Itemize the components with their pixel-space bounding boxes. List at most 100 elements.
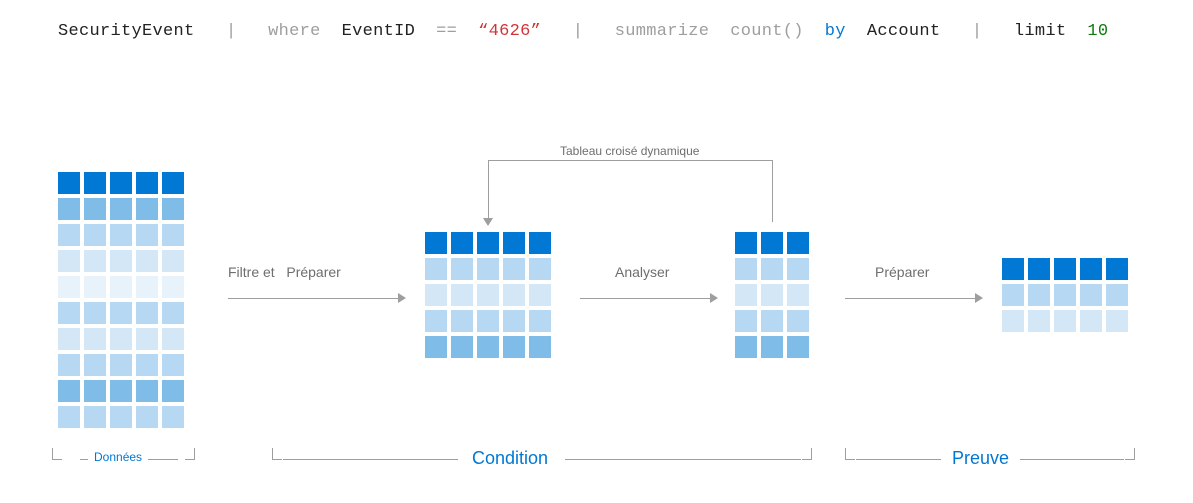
grid-cell (58, 406, 80, 428)
grid-cell (503, 310, 525, 332)
grid-cell (136, 172, 158, 194)
data-grid-result (1002, 258, 1128, 332)
grid-cell (761, 310, 783, 332)
bracket-line (283, 459, 458, 460)
grid-cell (58, 172, 80, 194)
grid-cell (84, 354, 106, 376)
bracket-label-data: Données (94, 450, 142, 464)
grid-cell (451, 284, 473, 306)
token-by: by (825, 22, 846, 41)
grid-cell (529, 336, 551, 358)
bracket-dash (80, 459, 88, 460)
bracket-label-proof: Preuve (952, 448, 1009, 469)
grid-cell (58, 302, 80, 324)
grid-cell (1080, 284, 1102, 306)
arrow-line (580, 298, 710, 299)
grid-cell (110, 172, 132, 194)
grid-cell (58, 250, 80, 272)
token-pipe: | (573, 22, 584, 41)
grid-cell (1106, 284, 1128, 306)
grid-cell (162, 224, 184, 246)
grid-cell (1054, 284, 1076, 306)
grid-cell (1002, 310, 1024, 332)
token-eq: == (436, 22, 457, 41)
token-table: SecurityEvent (58, 22, 195, 41)
grid-cell (136, 276, 158, 298)
grid-cell (503, 284, 525, 306)
grid-cell (1054, 310, 1076, 332)
grid-cell (1106, 258, 1128, 280)
grid-cell (425, 310, 447, 332)
grid-cell (425, 336, 447, 358)
grid-cell (787, 284, 809, 306)
arrow-head-icon (398, 293, 406, 303)
grid-cell (162, 380, 184, 402)
grid-cell (529, 284, 551, 306)
pivot-connector-vert (488, 160, 489, 222)
grid-cell (761, 336, 783, 358)
bracket-line (856, 459, 941, 460)
grid-cell (58, 198, 80, 220)
grid-cell (84, 198, 106, 220)
data-grid-filtered (425, 232, 551, 358)
grid-cell (162, 276, 184, 298)
grid-cell (136, 198, 158, 220)
grid-cell (477, 258, 499, 280)
grid-cell (451, 336, 473, 358)
grid-cell (477, 232, 499, 254)
arrow-label-analyze: Analyser (615, 264, 669, 280)
grid-cell (1106, 310, 1128, 332)
grid-cell (735, 310, 757, 332)
grid-cell (529, 258, 551, 280)
grid-cell (162, 328, 184, 350)
grid-cell (425, 284, 447, 306)
arrow-head-icon (975, 293, 983, 303)
grid-cell (451, 310, 473, 332)
grid-cell (84, 380, 106, 402)
grid-cell (451, 258, 473, 280)
grid-cell (477, 284, 499, 306)
arrow-line (845, 298, 975, 299)
arrow-line (228, 298, 398, 299)
grid-cell (162, 302, 184, 324)
grid-cell (451, 232, 473, 254)
grid-cell (503, 258, 525, 280)
grid-cell (162, 354, 184, 376)
token-count: count() (730, 22, 804, 41)
grid-cell (58, 328, 80, 350)
grid-cell (162, 172, 184, 194)
grid-cell (136, 406, 158, 428)
token-limit: limit (1014, 22, 1067, 41)
token-pipe: | (226, 22, 237, 41)
token-summarize: summarize (615, 22, 710, 41)
grid-cell (761, 258, 783, 280)
grid-cell (84, 224, 106, 246)
grid-cell (136, 224, 158, 246)
grid-cell (1002, 284, 1024, 306)
token-account: Account (867, 22, 941, 41)
grid-cell (110, 380, 132, 402)
grid-cell (1028, 310, 1050, 332)
grid-cell (84, 172, 106, 194)
bracket-line (565, 459, 801, 460)
grid-cell (136, 302, 158, 324)
grid-cell (761, 232, 783, 254)
token-where: where (268, 22, 321, 41)
grid-cell (735, 258, 757, 280)
grid-cell (529, 232, 551, 254)
grid-cell (477, 310, 499, 332)
grid-cell (136, 354, 158, 376)
grid-cell (787, 232, 809, 254)
grid-cell (529, 310, 551, 332)
kql-query-line: SecurityEvent | where EventID == “4626” … (58, 22, 1108, 41)
grid-cell (1054, 258, 1076, 280)
grid-cell (425, 232, 447, 254)
grid-cell (162, 198, 184, 220)
pivot-connector-vert (772, 160, 773, 222)
bracket-line (1020, 459, 1124, 460)
bracket-label-condition: Condition (472, 448, 548, 469)
pivot-label: Tableau croisé dynamique (560, 144, 699, 158)
token-limit-n: 10 (1087, 22, 1108, 41)
grid-cell (477, 336, 499, 358)
grid-cell (1028, 284, 1050, 306)
